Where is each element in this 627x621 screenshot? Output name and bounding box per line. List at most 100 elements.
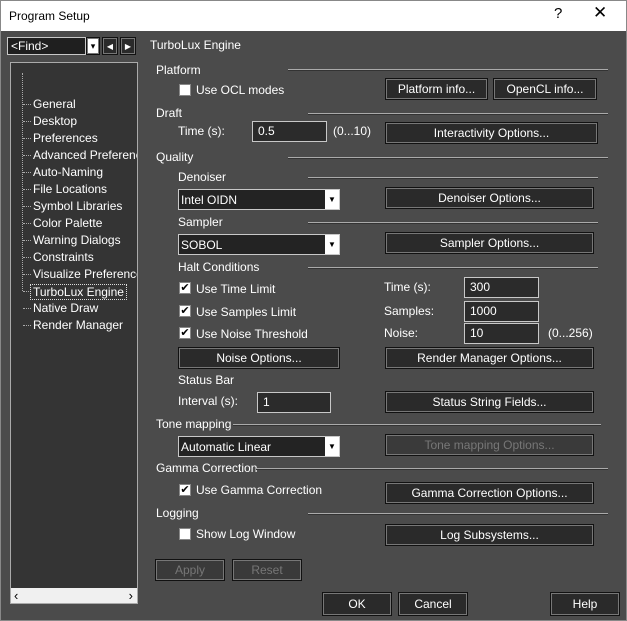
use-samples-limit-checkbox[interactable]: ✔ bbox=[179, 305, 191, 317]
gamma-correction-header: Gamma Correction bbox=[156, 461, 258, 475]
category-tree[interactable]: General Desktop Preferences Advanced Prefer… bbox=[10, 62, 138, 604]
use-time-limit-checkbox[interactable]: ✔ bbox=[179, 282, 191, 294]
divider bbox=[308, 113, 608, 115]
tree-connector bbox=[23, 308, 31, 310]
scroll-left-icon[interactable]: ‹ bbox=[14, 588, 18, 603]
sampler-options-button[interactable]: Sampler Options... bbox=[385, 232, 594, 254]
prev-icon[interactable]: ◀ bbox=[102, 37, 118, 55]
tree-item-file-locations[interactable]: File Locations bbox=[33, 182, 107, 196]
draft-time-input[interactable]: 0.5 bbox=[252, 121, 327, 142]
ok-button[interactable]: OK bbox=[322, 592, 392, 616]
interval-input[interactable]: 1 bbox=[257, 392, 331, 413]
use-ocl-label: Use OCL modes bbox=[196, 83, 285, 97]
tree-connector bbox=[23, 138, 31, 140]
gamma-correction-options-button[interactable]: Gamma Correction Options... bbox=[385, 482, 594, 504]
use-gamma-correction-checkbox[interactable]: ✔ bbox=[179, 484, 191, 496]
sampler-value: SOBOL bbox=[181, 238, 223, 252]
title-bar: Program Setup ? ✕ bbox=[1, 1, 626, 31]
tree-item-visualize-preferences[interactable]: Visualize Preferences bbox=[33, 267, 137, 281]
tone-mapping-value: Automatic Linear bbox=[181, 440, 272, 454]
tone-mapping-options-button[interactable]: Tone mapping Options... bbox=[385, 434, 594, 456]
denoiser-header: Denoiser bbox=[178, 170, 227, 184]
tree-connector bbox=[23, 325, 31, 327]
tree-item-warning-dialogs[interactable]: Warning Dialogs bbox=[33, 233, 121, 247]
logging-header: Logging bbox=[156, 506, 199, 520]
tree-item-render-manager[interactable]: Render Manager bbox=[33, 318, 123, 332]
tree-item-native-draw[interactable]: Native Draw bbox=[33, 301, 98, 315]
close-icon[interactable]: ✕ bbox=[593, 3, 607, 23]
halt-samples-label: Samples: bbox=[384, 304, 435, 318]
use-gamma-correction-label: Use Gamma Correction bbox=[196, 483, 323, 497]
use-time-limit-label: Use Time Limit bbox=[196, 282, 276, 296]
divider bbox=[308, 513, 608, 515]
tone-mapping-select[interactable]: Automatic Linear ▼ bbox=[178, 436, 340, 457]
halt-time-label: Time (s): bbox=[384, 280, 431, 294]
use-noise-threshold-label: Use Noise Threshold bbox=[196, 327, 308, 341]
dialog-client: <Find> ▾ ◀ ▶ General Desktop Preferences Ad… bbox=[1, 31, 626, 620]
tree-connector bbox=[23, 240, 31, 242]
halt-conditions-header: Halt Conditions bbox=[178, 260, 260, 274]
noise-options-button[interactable]: Noise Options... bbox=[178, 347, 340, 369]
log-subsystems-button[interactable]: Log Subsystems... bbox=[385, 524, 594, 546]
tree-connector bbox=[23, 257, 31, 259]
divider bbox=[233, 424, 601, 426]
chevron-down-icon: ▼ bbox=[325, 437, 339, 456]
halt-samples-input[interactable]: 1000 bbox=[464, 301, 539, 322]
tree-connector bbox=[23, 155, 31, 157]
sampler-header: Sampler bbox=[178, 215, 223, 229]
divider bbox=[308, 222, 598, 224]
tree-item-constraints[interactable]: Constraints bbox=[33, 250, 94, 264]
halt-time-input[interactable]: 300 bbox=[464, 277, 539, 298]
apply-button[interactable]: Apply bbox=[155, 559, 225, 581]
use-noise-threshold-checkbox[interactable]: ✔ bbox=[179, 327, 191, 339]
denoiser-select[interactable]: Intel OIDN ▼ bbox=[178, 189, 340, 210]
tree-item-turbolux-engine[interactable]: TurboLux Engine bbox=[30, 284, 127, 300]
divider bbox=[256, 468, 608, 470]
opencl-info-button[interactable]: OpenCL info... bbox=[493, 78, 597, 100]
divider bbox=[288, 157, 608, 159]
draft-time-label: Time (s): bbox=[178, 124, 225, 138]
platform-header: Platform bbox=[156, 63, 201, 77]
draft-header: Draft bbox=[156, 106, 183, 120]
tone-mapping-header: Tone mapping bbox=[156, 417, 232, 431]
tree-horizontal-scrollbar[interactable]: ‹ › bbox=[11, 588, 137, 603]
next-icon[interactable]: ▶ bbox=[120, 37, 136, 55]
help-button[interactable]: Help bbox=[550, 592, 620, 616]
divider bbox=[308, 177, 598, 179]
status-bar-header: Status Bar bbox=[178, 373, 235, 387]
sampler-select[interactable]: SOBOL ▼ bbox=[178, 234, 340, 255]
tree-connector bbox=[23, 121, 31, 123]
render-manager-options-button[interactable]: Render Manager Options... bbox=[385, 347, 594, 369]
show-log-window-label: Show Log Window bbox=[196, 527, 296, 541]
divider bbox=[288, 69, 608, 71]
tree-connector bbox=[23, 104, 31, 106]
chevron-down-icon: ▼ bbox=[325, 190, 339, 209]
tree-item-color-palette[interactable]: Color Palette bbox=[33, 216, 102, 230]
use-ocl-checkbox[interactable] bbox=[179, 84, 191, 96]
tree-item-advanced-preferences[interactable]: Advanced Preferences bbox=[33, 148, 137, 162]
interactivity-options-button[interactable]: Interactivity Options... bbox=[385, 122, 598, 144]
halt-noise-input[interactable]: 10 bbox=[464, 323, 539, 344]
denoiser-options-button[interactable]: Denoiser Options... bbox=[385, 187, 594, 209]
status-string-fields-button[interactable]: Status String Fields... bbox=[385, 391, 594, 413]
platform-info-button[interactable]: Platform info... bbox=[385, 78, 488, 100]
tree-item-general[interactable]: General bbox=[33, 97, 76, 111]
window-title: Program Setup bbox=[9, 9, 90, 23]
tree-item-preferences[interactable]: Preferences bbox=[33, 131, 98, 145]
denoiser-value: Intel OIDN bbox=[181, 193, 238, 207]
find-input[interactable]: <Find> bbox=[7, 37, 86, 55]
tree-connector bbox=[23, 206, 31, 208]
tree-item-auto-naming[interactable]: Auto-Naming bbox=[33, 165, 103, 179]
reset-button[interactable]: Reset bbox=[232, 559, 302, 581]
show-log-window-checkbox[interactable] bbox=[179, 528, 191, 540]
panel-title: TurboLux Engine bbox=[150, 38, 241, 52]
tree-connector bbox=[23, 223, 31, 225]
find-dropdown-icon[interactable]: ▾ bbox=[86, 37, 100, 55]
tree-item-symbol-libraries[interactable]: Symbol Libraries bbox=[33, 199, 122, 213]
program-setup-window: Program Setup ? ✕ <Find> ▾ ◀ ▶ General De… bbox=[0, 0, 627, 621]
cancel-button[interactable]: Cancel bbox=[398, 592, 468, 616]
help-icon[interactable]: ? bbox=[554, 5, 562, 22]
noise-range: (0...256) bbox=[548, 326, 593, 340]
tree-item-desktop[interactable]: Desktop bbox=[33, 114, 77, 128]
scroll-right-icon[interactable]: › bbox=[129, 588, 133, 603]
